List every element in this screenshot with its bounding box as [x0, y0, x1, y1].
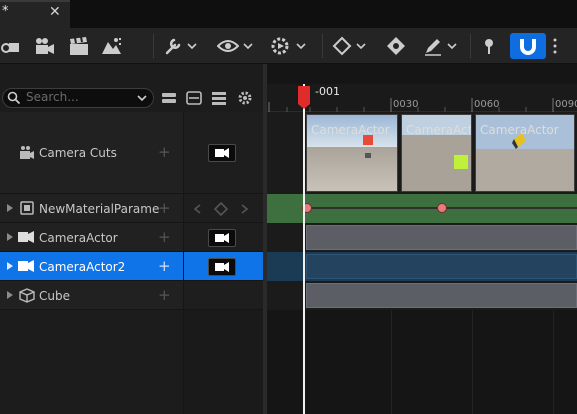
render-icon[interactable] [100, 34, 122, 58]
search-dropdown-chevron-icon[interactable] [136, 92, 148, 104]
track-label: Cube [39, 289, 70, 303]
outliner-empty-area [0, 310, 183, 414]
play-settings-icon[interactable] [270, 34, 307, 58]
pin-icon[interactable] [480, 34, 498, 58]
ruler-tick-label: 0060 [474, 99, 500, 110]
track-row-camera-actor[interactable]: CameraActor + [0, 223, 264, 252]
chevron-down-icon [356, 43, 366, 50]
track-label: Camera Cuts [39, 146, 117, 160]
wrench-icon[interactable] [163, 34, 198, 58]
next-key-icon [241, 204, 249, 214]
add-key-icon [214, 202, 228, 216]
search-placeholder: Search... [26, 90, 79, 104]
more-options-icon[interactable] [550, 34, 560, 58]
track-label: CameraActor [39, 231, 118, 245]
eye-icon[interactable] [217, 34, 254, 58]
previous-key-icon [193, 204, 201, 214]
expand-arrow-icon[interactable] [7, 233, 13, 241]
camera-cut-clip[interactable]: CameraActor [306, 114, 398, 192]
key-icon[interactable] [386, 34, 406, 58]
sequencer-toolbar [0, 28, 577, 64]
clapperboard-icon[interactable] [68, 34, 90, 58]
gear-icon[interactable] [236, 89, 254, 107]
track-row-camera-actor2[interactable]: CameraActor2 + [0, 252, 264, 281]
outliner-empty-area [183, 310, 263, 414]
add-section-button[interactable]: + [158, 286, 171, 304]
expand-arrow-icon[interactable] [7, 291, 13, 299]
camera-actor2-section[interactable] [306, 254, 577, 279]
camera-icon [18, 260, 34, 272]
camera-lock-button[interactable] [208, 144, 236, 162]
add-section-button[interactable]: + [158, 199, 171, 217]
camera-actor-section[interactable] [306, 225, 577, 250]
track-row-material[interactable]: NewMaterialParame + [0, 194, 264, 223]
material-icon [20, 201, 34, 215]
keyframe-point[interactable] [437, 203, 447, 213]
camera-cut-clip[interactable]: CameraAct [401, 114, 472, 192]
camera-icon [215, 262, 229, 272]
pen-icon[interactable] [423, 34, 458, 58]
time-ruler[interactable]: 0030 0060 0090 [267, 84, 577, 112]
filter-list-icon[interactable] [210, 90, 228, 106]
clip-label: CameraActor [480, 123, 559, 137]
cube-icon [19, 288, 35, 303]
track-label: CameraActor2 [39, 260, 126, 274]
chevron-down-icon [296, 43, 306, 50]
ruler-tick-label: 0090 [555, 99, 577, 110]
movie-camera-icon[interactable] [33, 34, 55, 58]
tab-close-button[interactable]: ✕ [49, 4, 61, 20]
keyframe-icon[interactable] [332, 34, 367, 58]
clip-label: CameraAct [406, 123, 472, 137]
camera-lock-button[interactable] [208, 258, 236, 276]
collapse-all-icon[interactable] [160, 90, 178, 106]
expand-all-icon[interactable] [185, 90, 203, 106]
playhead-frame-label: -001 [315, 85, 340, 98]
track-row-cube[interactable]: Cube + [0, 281, 264, 310]
track-label: NewMaterialParame [39, 202, 160, 216]
expand-arrow-icon[interactable] [7, 204, 13, 212]
chevron-down-icon [187, 43, 197, 50]
search-icon [7, 91, 21, 105]
clip-label: CameraActor [311, 123, 390, 137]
camera-cuts-icon [20, 146, 34, 159]
magnet-icon [520, 39, 536, 55]
camera-lock-button[interactable] [208, 229, 236, 247]
tab-title: * [2, 4, 9, 19]
add-section-button[interactable]: + [158, 257, 171, 275]
camera-cut-clip[interactable]: CameraActor [475, 114, 575, 192]
tab-strip [0, 0, 577, 28]
playhead-handle[interactable] [296, 84, 312, 110]
ruler-tick-label: 0030 [393, 99, 419, 110]
add-section-button[interactable]: + [158, 228, 171, 246]
camera-rig-icon[interactable] [0, 34, 20, 58]
chevron-down-icon [447, 43, 457, 50]
add-section-button[interactable]: + [158, 143, 171, 161]
camera-icon [215, 233, 229, 243]
camera-icon [215, 148, 229, 158]
cube-section[interactable] [306, 283, 577, 308]
playhead-line [303, 84, 305, 414]
snap-toggle-button[interactable] [510, 33, 546, 59]
chevron-down-icon [243, 43, 253, 50]
expand-arrow-icon[interactable] [7, 262, 13, 270]
camera-icon [18, 231, 34, 243]
track-row-camera-cuts[interactable]: Camera Cuts + [0, 112, 264, 194]
